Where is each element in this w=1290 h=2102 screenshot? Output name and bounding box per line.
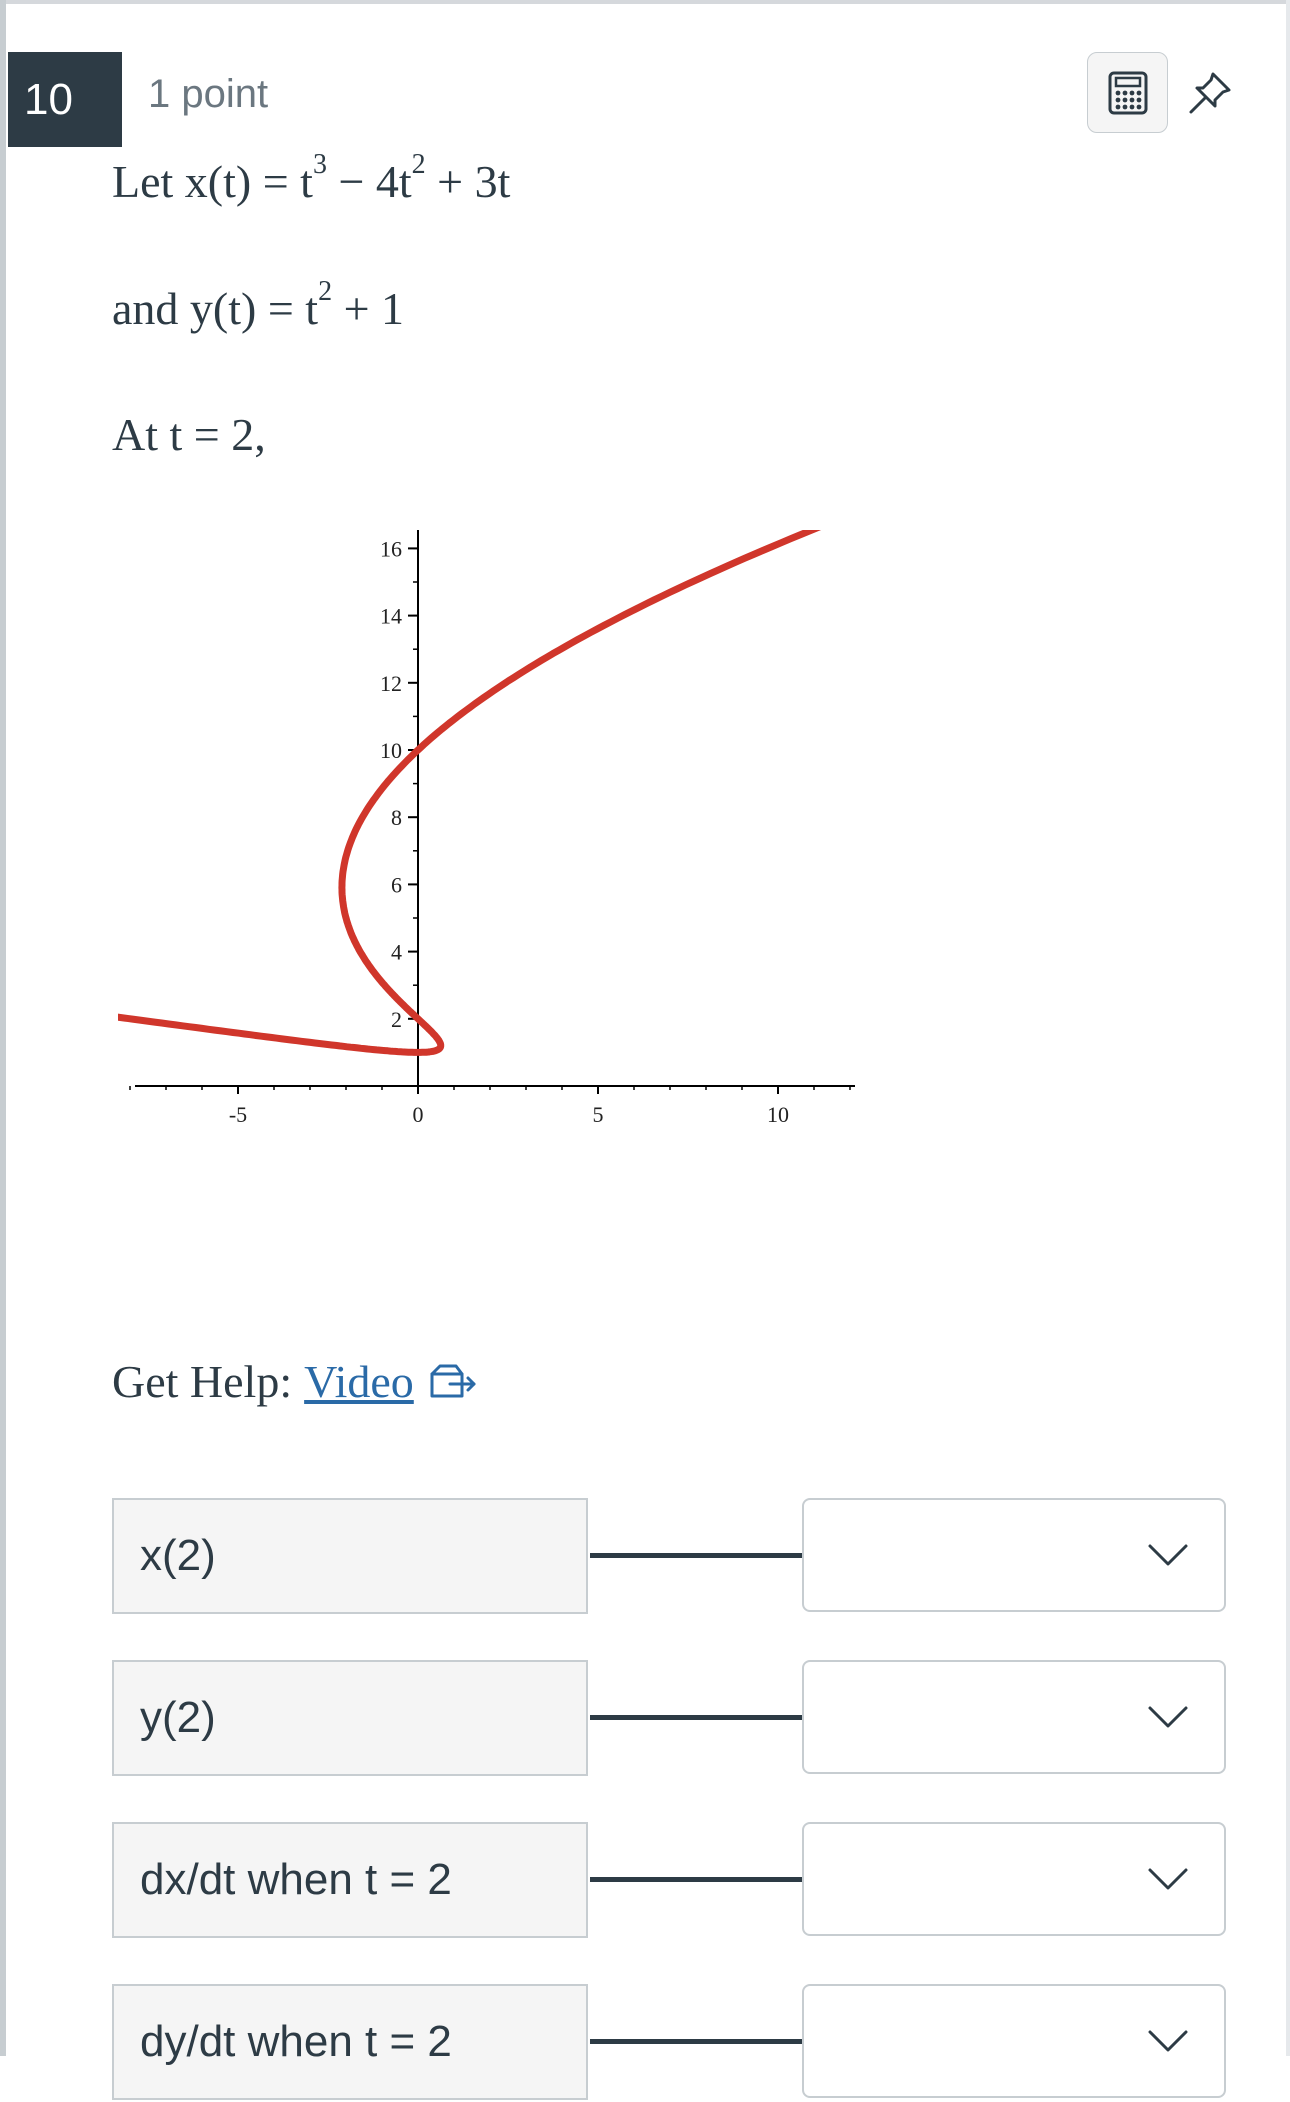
match-connector <box>590 1877 802 1882</box>
match-select[interactable] <box>802 1660 1226 1774</box>
match-row: y(2) <box>0 1660 1290 1778</box>
match-row: x(2) <box>0 1498 1290 1616</box>
match-prompt: dy/dt when t = 2 <box>112 1984 588 2100</box>
top-border <box>0 0 1290 4</box>
match-connector <box>590 2039 802 2044</box>
x-tick-label: 10 <box>767 1102 789 1127</box>
y-tick-label: 6 <box>391 872 402 897</box>
pin-button[interactable] <box>1185 68 1235 118</box>
match-select[interactable] <box>802 1498 1226 1612</box>
x-tick-label: 0 <box>413 1102 424 1127</box>
video-link[interactable]: Video <box>304 1355 414 1408</box>
y-tick-label: 8 <box>391 805 402 830</box>
chart-svg: -5 0 5 10 2 4 6 8 10 12 14 16 <box>0 511 855 1127</box>
x-tick-label: -5 <box>229 1102 247 1127</box>
match-connector <box>590 1715 802 1720</box>
problem-line-3: At t = 2, <box>112 409 266 460</box>
problem-line-2: and y(t) = t2 + 1 <box>112 276 405 334</box>
match-prompt: y(2) <box>112 1660 588 1776</box>
get-help-label: Get Help: <box>112 1356 293 1407</box>
chevron-down-icon <box>1146 1702 1190 1737</box>
question-points: 1 point <box>148 72 269 116</box>
match-prompt: dx/dt when t = 2 <box>112 1822 588 1938</box>
chevron-down-icon <box>1146 1864 1190 1899</box>
calculator-icon <box>1107 70 1149 116</box>
y-tick-label: 2 <box>391 1007 402 1032</box>
y-tick-label: 4 <box>391 940 402 965</box>
curve-series <box>0 511 854 1056</box>
match-prompt: x(2) <box>112 1498 588 1614</box>
y-tick-label: 10 <box>380 738 402 763</box>
problem-line-1: Let x(t) = t3 − 4t2 + 3t <box>112 149 511 207</box>
external-link-icon[interactable] <box>428 1362 478 1402</box>
parametric-chart: -5 0 5 10 2 4 6 8 10 12 14 16 <box>0 511 858 1140</box>
question-number: 10 <box>8 52 122 147</box>
get-help: Get Help: Video <box>112 1355 478 1408</box>
calculator-button[interactable] <box>1087 52 1168 133</box>
match-select[interactable] <box>802 1984 1226 2098</box>
match-connector <box>590 1553 802 1558</box>
chevron-down-icon <box>1146 1540 1190 1575</box>
match-select[interactable] <box>802 1822 1226 1936</box>
match-row: dy/dt when t = 2 <box>0 1984 1290 2102</box>
y-tick-label: 14 <box>380 604 402 629</box>
x-tick-label: 5 <box>593 1102 604 1127</box>
y-tick-label: 16 <box>380 536 402 561</box>
match-row: dx/dt when t = 2 <box>0 1822 1290 1940</box>
y-tick-label: 12 <box>380 671 402 696</box>
pin-icon <box>1185 68 1235 118</box>
